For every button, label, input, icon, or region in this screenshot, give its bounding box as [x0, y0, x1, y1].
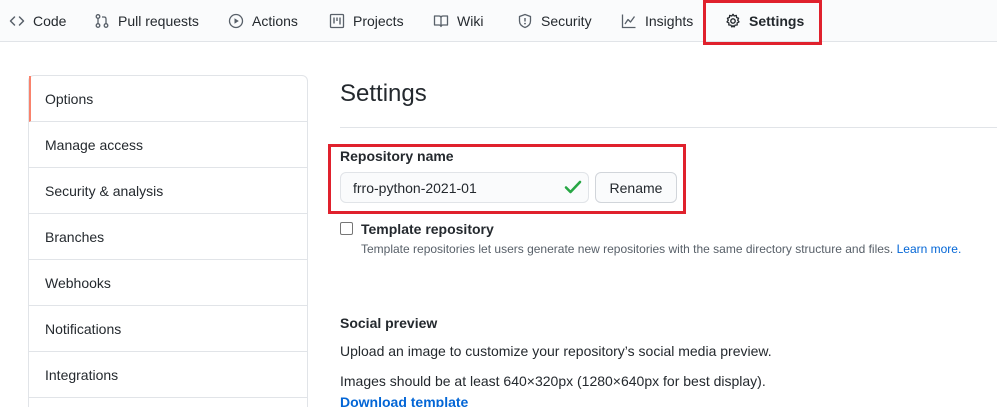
- tab-projects[interactable]: Projects: [329, 0, 404, 42]
- tab-label: Wiki: [457, 13, 484, 29]
- tab-pull-requests[interactable]: Pull requests: [94, 0, 199, 42]
- tab-label: Security: [541, 13, 592, 29]
- project-icon: [329, 13, 345, 29]
- sidebar-item-label: Options: [45, 90, 94, 107]
- page-title: Settings: [340, 80, 427, 107]
- tab-code[interactable]: Code: [9, 0, 66, 42]
- image-size-note: Images should be at least 640×320px (128…: [340, 373, 766, 389]
- template-repo-checkbox[interactable]: [340, 222, 353, 235]
- sidebar-item-label: Security & analysis: [45, 182, 164, 199]
- repo-name-highlight: [328, 144, 686, 214]
- tab-label: Actions: [252, 13, 298, 29]
- sidebar-item-options[interactable]: Options: [29, 76, 307, 122]
- sidebar-item-label: Integrations: [45, 366, 119, 383]
- code-icon: [9, 13, 25, 29]
- sidebar-item-security-analysis[interactable]: Security & analysis: [29, 168, 307, 214]
- sidebar-item-branches[interactable]: Branches: [29, 214, 307, 260]
- social-preview-description: Upload an image to customize your reposi…: [340, 343, 772, 359]
- tab-label: Code: [33, 13, 67, 29]
- learn-more-link[interactable]: Learn more.: [897, 242, 962, 256]
- tab-actions[interactable]: Actions: [228, 0, 298, 42]
- sidebar-item-label: Manage access: [45, 136, 144, 153]
- template-repo-note: Template repositories let users generate…: [361, 242, 961, 256]
- download-template-link[interactable]: Download template: [340, 394, 468, 407]
- sidebar-item-integrations[interactable]: Integrations: [29, 352, 307, 398]
- tab-label: Insights: [645, 13, 694, 29]
- book-icon: [433, 13, 449, 29]
- tab-label: Pull requests: [118, 13, 199, 29]
- repo-nav: Code Pull requests Actions Projects Wiki…: [0, 0, 997, 42]
- tab-label: Projects: [353, 13, 404, 29]
- tab-insights[interactable]: Insights: [621, 0, 693, 42]
- sidebar-item-manage-access[interactable]: Manage access: [29, 122, 307, 168]
- sidebar-item-label: Notifications: [45, 320, 122, 337]
- tab-security[interactable]: Security: [517, 0, 592, 42]
- settings-sidebar: Options Manage access Security & analysi…: [28, 75, 308, 407]
- divider: [340, 127, 997, 128]
- sidebar-item-label: Branches: [45, 228, 105, 245]
- template-note-text: Template repositories let users generate…: [361, 242, 894, 256]
- sidebar-item-label: Webhooks: [45, 274, 111, 291]
- tab-wiki[interactable]: Wiki: [433, 0, 483, 42]
- graph-icon: [621, 13, 637, 29]
- pull-request-icon: [94, 13, 110, 29]
- sidebar-item-webhooks[interactable]: Webhooks: [29, 260, 307, 306]
- social-preview-title: Social preview: [340, 315, 438, 331]
- settings-tab-highlight: [703, 0, 822, 45]
- sidebar-item-notifications[interactable]: Notifications: [29, 306, 307, 352]
- play-icon: [228, 13, 244, 29]
- shield-icon: [517, 13, 533, 29]
- template-repo-label: Template repository: [361, 221, 494, 237]
